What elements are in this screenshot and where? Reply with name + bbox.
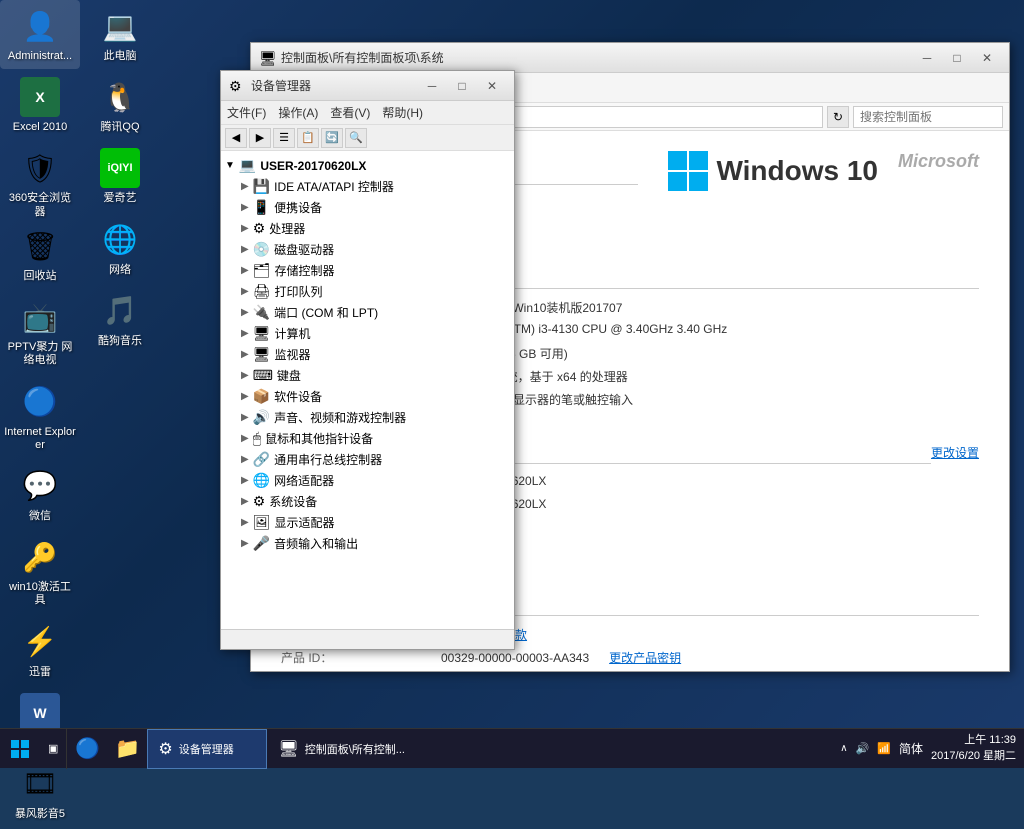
taskbar-controlpanel[interactable]: 🖥 控制面板\所有控制... xyxy=(267,729,416,769)
change-product-link[interactable]: 更改产品密钥 xyxy=(609,649,681,666)
desktop: 👤 Administrat... X Excel 2010 🛡 360安全浏览器… xyxy=(0,0,1024,768)
system-window-title: 控制面板\所有控制面板项\系统 xyxy=(281,49,913,66)
devmgr-menubar: 文件(F) 操作(A) 查看(V) 帮助(H) xyxy=(221,101,514,125)
tb-forward[interactable]: ▶ xyxy=(249,128,271,148)
window-controls: ─ □ ✕ xyxy=(913,47,1001,69)
desktop-icon-weixin[interactable]: 💬 微信 xyxy=(0,460,80,529)
search-input[interactable] xyxy=(853,106,1003,128)
taskbar-clock[interactable]: 上午 11:39 2017/6/20 星期二 xyxy=(931,733,1016,764)
desktop-icon-excel[interactable]: X Excel 2010 xyxy=(0,71,80,140)
tree-item-audio[interactable]: ▶ 🎤 音频输入和输出 xyxy=(225,533,510,554)
change-settings-link[interactable]: 更改设置 xyxy=(931,444,979,461)
desktop-icon-mycomputer[interactable]: 💻 此电脑 xyxy=(80,0,160,69)
devmgr-statusbar xyxy=(221,629,514,649)
taskbar-devmgr[interactable]: ⚙ 设备管理器 xyxy=(147,729,267,769)
desktop-icon-administrator[interactable]: 👤 Administrat... xyxy=(0,0,80,69)
desktop-icon-qq[interactable]: 🐧 腾讯QQ xyxy=(80,71,160,140)
tree-item-software[interactable]: ▶ 📦 软件设备 xyxy=(225,386,510,407)
windows-logo-text: Windows 10 xyxy=(716,155,878,187)
system-window-icon: 🖥 xyxy=(259,50,275,66)
devmgr-maximize[interactable]: □ xyxy=(448,75,476,97)
microsoft-logo: Microsoft xyxy=(898,151,979,172)
tree-item-monitor[interactable]: ▶ 🖥 监视器 xyxy=(225,344,510,365)
devmgr-title: 设备管理器 xyxy=(251,77,418,94)
devmgr-titlebar[interactable]: ⚙ 设备管理器 ─ □ ✕ xyxy=(221,71,514,101)
minimize-button[interactable]: ─ xyxy=(913,47,941,69)
device-tree[interactable]: ▼ 💻 USER-20170620LX ▶ 💾 IDE ATA/ATAPI 控制… xyxy=(221,151,514,629)
sys-task-icon: 🖥 xyxy=(278,739,298,759)
desktop-icon-iqiyi[interactable]: iQIYI 爱奇艺 xyxy=(80,142,160,211)
devmgr-close[interactable]: ✕ xyxy=(478,75,506,97)
pinned-ie[interactable]: 🔵 xyxy=(67,729,107,769)
tree-item-sound[interactable]: ▶ 🔊 声音、视频和游戏控制器 xyxy=(225,407,510,428)
desktop-icon-pptv[interactable]: 📺 PPTV聚力 网络电视 xyxy=(0,291,80,373)
tree-item-print[interactable]: ▶ 🖨 打印队列 xyxy=(225,281,510,302)
tree-item-processor[interactable]: ▶ ⚙ 处理器 xyxy=(225,218,510,239)
tb-show-all[interactable]: ☰ xyxy=(273,128,295,148)
desktop-icon-thunder[interactable]: ⚡ 迅雷 xyxy=(0,616,80,685)
productid-row: 产品 ID： 00329-00000-00003-AA343 更改产品密钥 xyxy=(281,649,979,666)
desktop-icon-win10activation[interactable]: 🔑 win10激活工具 xyxy=(0,531,80,613)
tree-item-port[interactable]: ▶ 🔌 端口 (COM 和 LPT) xyxy=(225,302,510,323)
device-manager-window: ⚙ 设备管理器 ─ □ ✕ 文件(F) 操作(A) 查看(V) 帮助(H) ◀ … xyxy=(220,70,515,650)
tb-prop[interactable]: 📋 xyxy=(297,128,319,148)
devmgr-task-icon: ⚙ xyxy=(158,739,172,759)
tree-root[interactable]: ▼ 💻 USER-20170620LX xyxy=(225,155,510,176)
tree-item-mouse[interactable]: ▶ 🖱 鼠标和其他指针设备 xyxy=(225,428,510,449)
tree-item-computer[interactable]: ▶ 🖥 计算机 xyxy=(225,323,510,344)
productid-value: 00329-00000-00003-AA343 xyxy=(441,651,589,665)
refresh-button[interactable]: ↻ xyxy=(827,106,849,128)
desktop-icon-kugo[interactable]: 🎵 酷狗音乐 xyxy=(80,285,160,354)
devmgr-minimize[interactable]: ─ xyxy=(418,75,446,97)
desktop-icon-network[interactable]: 🌐 网络 xyxy=(80,214,160,283)
devmgr-task-label: 设备管理器 xyxy=(179,741,234,757)
devmgr-toolbar: ◀ ▶ ☰ 📋 🔄 🔍 xyxy=(221,125,514,151)
pinned-icons: 🔵 📁 xyxy=(67,729,147,769)
taskbar: ▣ 🔵 📁 ⚙ 设备管理器 🖥 控制面板\所有控制... ∧ 🔊 📶 简体 上午… xyxy=(0,728,1024,768)
windows-logo: Windows 10 xyxy=(668,151,878,191)
start-button[interactable] xyxy=(0,729,40,769)
tree-item-keyboard[interactable]: ▶ ⌨ 键盘 xyxy=(225,365,510,386)
pinned-explorer[interactable]: 📁 xyxy=(107,729,147,769)
tree-item-portable[interactable]: ▶ 📱 便携设备 xyxy=(225,197,510,218)
tray-lang[interactable]: 简体 xyxy=(899,740,923,757)
tb-scan[interactable]: 🔍 xyxy=(345,128,367,148)
tree-item-storage[interactable]: ▶ 🗂 存储控制器 xyxy=(225,260,510,281)
desktop-icon-recycle[interactable]: 🗑 回收站 xyxy=(0,220,80,289)
tray-expand[interactable]: ∧ xyxy=(840,743,847,754)
devmgr-controls: ─ □ ✕ xyxy=(418,75,506,97)
tree-item-disk[interactable]: ▶ 💿 磁盘驱动器 xyxy=(225,239,510,260)
productid-label: 产品 ID： xyxy=(281,649,441,666)
tray-volume[interactable]: 🔊 xyxy=(856,742,870,755)
desktop-icon-ie[interactable]: 🔵 Internet Explorer xyxy=(0,376,80,458)
tree-item-ide[interactable]: ▶ 💾 IDE ATA/ATAPI 控制器 xyxy=(225,176,510,197)
sys-task-label: 控制面板\所有控制... xyxy=(305,741,405,757)
tree-item-usb[interactable]: ▶ 🔗 通用串行总线控制器 xyxy=(225,449,510,470)
menu-view[interactable]: 查看(V) xyxy=(330,104,370,121)
computer-name: USER-20170620LX xyxy=(260,159,366,173)
close-button[interactable]: ✕ xyxy=(973,47,1001,69)
system-tray: ∧ 🔊 📶 简体 上午 11:39 2017/6/20 星期二 xyxy=(832,729,1024,769)
tray-network[interactable]: 📶 xyxy=(877,742,891,755)
menu-help[interactable]: 帮助(H) xyxy=(382,104,423,121)
maximize-button[interactable]: □ xyxy=(943,47,971,69)
system-window-titlebar[interactable]: 🖥 控制面板\所有控制面板项\系统 ─ □ ✕ xyxy=(251,43,1009,73)
menu-file[interactable]: 文件(F) xyxy=(227,104,266,121)
tb-back[interactable]: ◀ xyxy=(225,128,247,148)
menu-action[interactable]: 操作(A) xyxy=(278,104,318,121)
task-view-button[interactable]: ▣ xyxy=(40,729,67,769)
devmgr-icon: ⚙ xyxy=(229,78,245,94)
desktop-icon-360[interactable]: 🛡 360安全浏览器 xyxy=(0,142,80,224)
tree-item-display[interactable]: ▶ 🖼 显示适配器 xyxy=(225,512,510,533)
tb-update[interactable]: 🔄 xyxy=(321,128,343,148)
tree-item-system[interactable]: ▶ ⚙ 系统设备 xyxy=(225,491,510,512)
tree-item-network[interactable]: ▶ 🌐 网络适配器 xyxy=(225,470,510,491)
